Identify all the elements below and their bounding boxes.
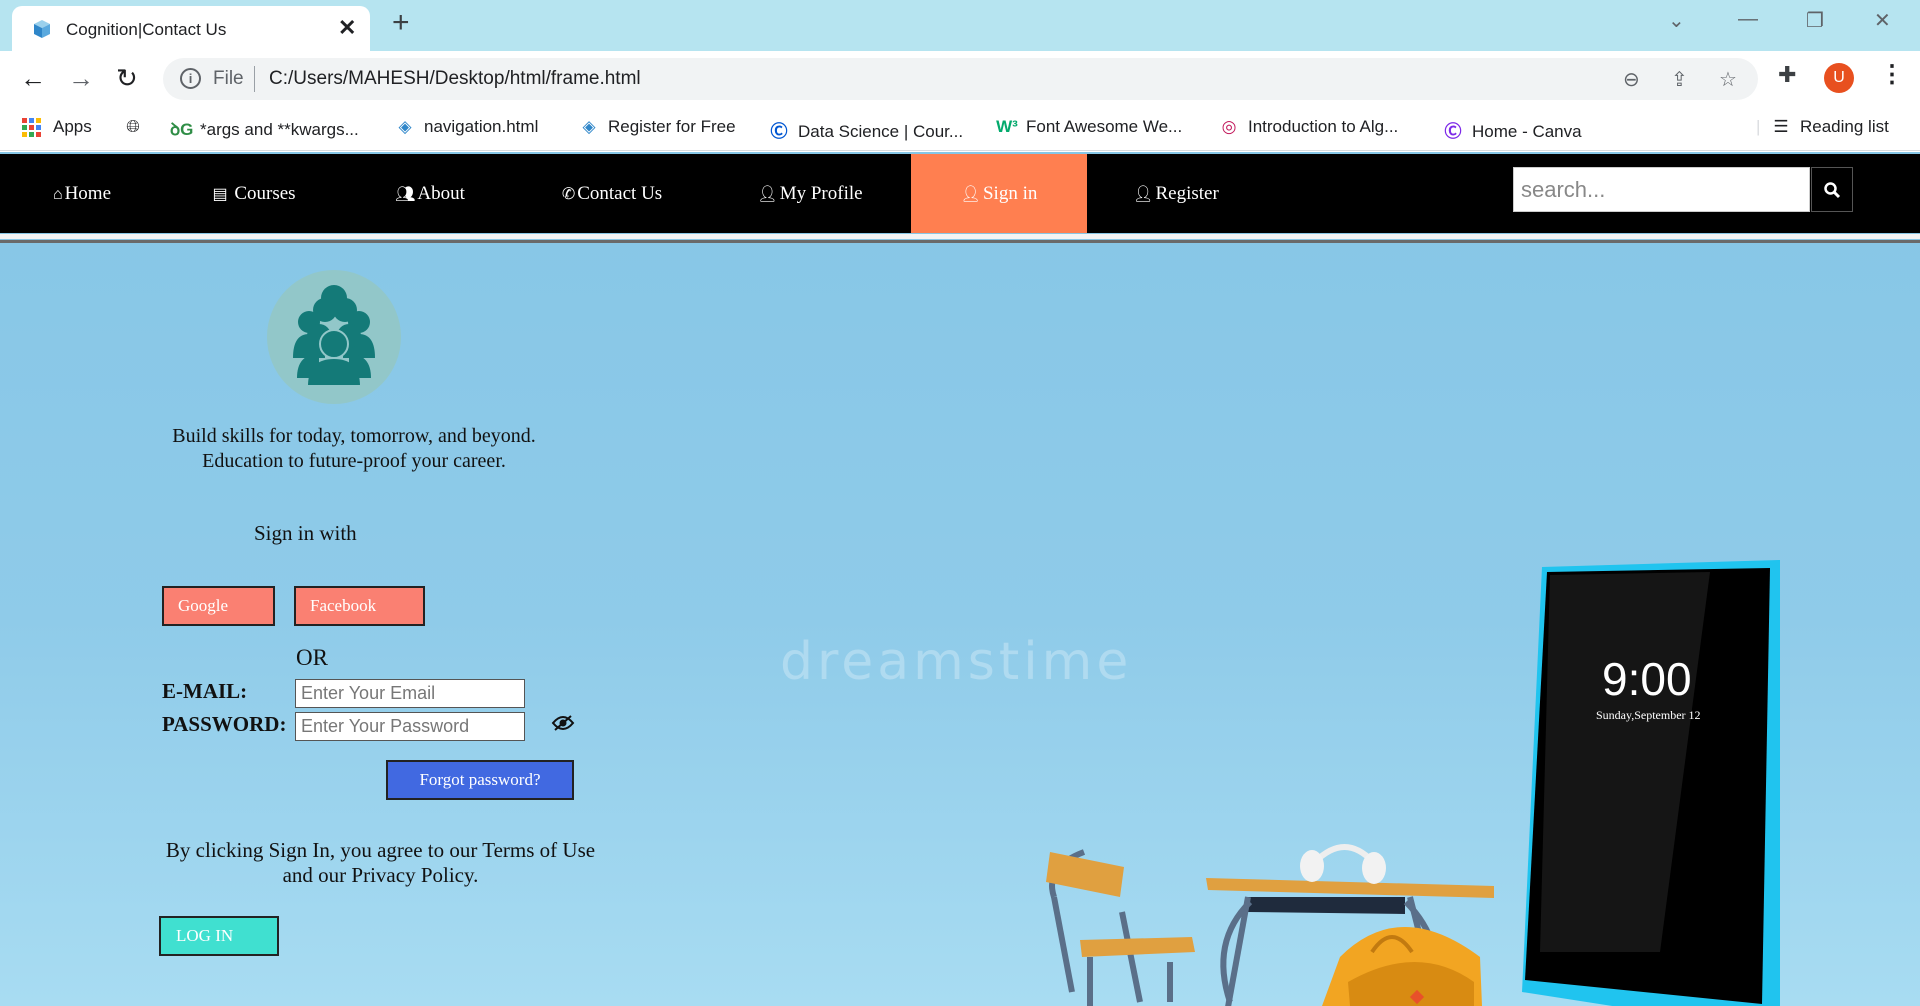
users-icon: 👥︎ (395, 186, 416, 203)
divider (0, 234, 1920, 239)
nav-contact-us[interactable]: ✆ Contact Us (548, 154, 676, 233)
headphones-illustration (1300, 844, 1386, 884)
reading-list-icon: ☰ (1773, 117, 1789, 136)
url-text[interactable]: C:/Users/MAHESH/Desktop/html/frame.html (269, 68, 641, 90)
geeksforgeeks-icon: ꝺG (170, 120, 194, 139)
bookmark-apps[interactable]: Apps (22, 117, 92, 138)
nav-sign-in[interactable]: 👤︎ Sign in (911, 154, 1087, 233)
terms-line-2: and our Privacy Policy. (282, 863, 479, 887)
email-label: E-MAIL: (162, 679, 248, 703)
password-label: PASSWORD: (162, 712, 287, 736)
tab-title: Cognition|Contact Us (66, 20, 227, 39)
bookmark-font-awesome[interactable]: W³ Font Awesome We... (996, 117, 1182, 137)
url-scheme: File (213, 68, 244, 89)
browser-tab[interactable]: Cognition|Contact Us ✕ (12, 6, 370, 51)
zoom-out-icon[interactable]: ⊖ (1623, 67, 1640, 92)
extensions-icon[interactable]: ✚ (1778, 62, 1796, 88)
bookmark-canva[interactable]: Ⓒ Home - Canva (1442, 117, 1582, 142)
email-field[interactable]: Enter Your Email (295, 679, 525, 708)
new-tab-icon[interactable]: + (392, 6, 410, 40)
bookmark-register-free[interactable]: ◈ Register for Free (578, 117, 735, 137)
reading-list[interactable]: ☰ Reading list (1770, 117, 1888, 137)
minimize-icon[interactable]: — (1738, 8, 1758, 31)
facebook-button[interactable]: Facebook (294, 586, 425, 626)
restore-icon[interactable]: ❐ (1806, 8, 1824, 33)
tagline-line-2: Education to future-proof your career. (202, 450, 506, 472)
browser-toolbar: ← → ↻ i File C:/Users/MAHESH/Desktop/htm… (0, 51, 1920, 107)
address-bar[interactable]: i File C:/Users/MAHESH/Desktop/html/fram… (163, 58, 1758, 100)
profile-avatar[interactable]: U (1824, 63, 1854, 93)
sign-in-with-heading: Sign in with (254, 521, 357, 545)
hero-illustration: 9:00 Sunday,September 12 (1046, 560, 1780, 1006)
desk-tray (1248, 897, 1405, 914)
coursera-icon: Ⓒ (770, 122, 788, 141)
info-icon[interactable]: i (180, 68, 201, 89)
nav-my-profile[interactable]: 👤︎ My Profile (752, 154, 868, 233)
divider (0, 240, 1920, 243)
nav-about[interactable]: 👥︎ About (380, 154, 480, 233)
file-cube-icon: ◈ (582, 117, 596, 136)
bookmark-intro-algorithms[interactable]: ◎ Introduction to Alg... (1218, 117, 1399, 137)
forward-icon[interactable]: → (68, 63, 94, 94)
bookmark-divider: | (1756, 117, 1761, 136)
nav-register[interactable]: 👤︎ Register (1126, 154, 1226, 233)
chair-seat (1080, 937, 1195, 957)
tab-search-icon[interactable]: ⌄ (1668, 8, 1685, 33)
or-separator: OR (296, 645, 328, 670)
bookmark-navigation[interactable]: ◈ navigation.html (394, 117, 538, 137)
smartphone-illustration: 9:00 Sunday,September 12 (1522, 560, 1780, 1006)
page-content: ⌂ Home ▤ Courses 👥︎ About ✆ Contact Us 👤︎ My… (0, 152, 1920, 1006)
home-icon: ⌂ (52, 186, 63, 203)
browser-tab-strip: Cognition|Contact Us ✕ + ⌄ — ❐ ✕ (0, 0, 1920, 51)
terms-line-1: By clicking Sign In, you agree to our Te… (165, 838, 596, 862)
book-icon: ▤ (212, 186, 228, 203)
url-separator (254, 66, 255, 92)
search-icon (1824, 182, 1841, 199)
backpack-illustration (1322, 927, 1482, 1006)
share-icon[interactable]: ⇪ (1671, 67, 1688, 92)
group-users-icon (293, 285, 375, 387)
bookmark-globe[interactable]: 🌐︎ (122, 117, 152, 137)
desk-top (1206, 878, 1494, 898)
tagline-line-1: Build skills for today, tomorrow, and be… (172, 425, 536, 447)
user-plus-icon: 👤︎ (960, 186, 981, 203)
chair-back (1046, 852, 1124, 897)
user-icon: 👤︎ (1133, 186, 1154, 203)
phone-time: 9:00 (1602, 653, 1692, 705)
user-icon: 👤︎ (757, 186, 778, 203)
logo (267, 270, 401, 404)
apps-grid-icon (22, 118, 41, 138)
terms-text: By clicking Sign In, you agree to our Te… (148, 838, 613, 888)
forgot-password-button[interactable]: Forgot password? (386, 760, 574, 800)
close-tab-icon[interactable]: ✕ (338, 15, 356, 41)
google-button[interactable]: Google (162, 586, 275, 626)
close-window-icon[interactable]: ✕ (1874, 8, 1891, 33)
reload-icon[interactable]: ↻ (116, 63, 138, 94)
menu-icon[interactable]: ⋮ (1880, 60, 1904, 89)
phone-date: Sunday,September 12 (1596, 708, 1701, 722)
site-navbar: ⌂ Home ▤ Courses 👥︎ About ✆ Contact Us 👤︎ My… (0, 154, 1920, 233)
password-field[interactable]: Enter Your Password (295, 712, 525, 741)
tagline: Build skills for today, tomorrow, and be… (148, 424, 560, 474)
nav-courses[interactable]: ▤ Courses (196, 154, 312, 233)
fingerprint-icon: ◎ (1221, 117, 1237, 136)
file-cube-icon: ◈ (398, 117, 412, 136)
file-cube-icon (34, 20, 50, 38)
star-icon[interactable]: ☆ (1719, 67, 1737, 92)
eye-slash-icon[interactable] (551, 714, 575, 732)
login-button[interactable]: LOG IN (159, 916, 279, 956)
globe-icon: 🌐︎ (126, 117, 140, 136)
canva-icon: Ⓒ (1444, 122, 1462, 141)
nav-home[interactable]: ⌂ Home (28, 154, 136, 233)
search-input[interactable]: search... (1513, 167, 1810, 212)
bookmark-data-science[interactable]: Ⓒ Data Science | Cour... (768, 117, 964, 142)
search-button[interactable] (1811, 167, 1853, 212)
w3schools-icon: W³ (996, 117, 1018, 136)
phone-icon: ✆ (561, 186, 576, 203)
bookmarks-bar: Apps 🌐︎ ꝺG *args and **kwargs... ◈ navigat… (0, 107, 1920, 151)
bookmark-args-kwargs[interactable]: ꝺG *args and **kwargs... (170, 117, 359, 140)
back-icon[interactable]: ← (20, 63, 46, 94)
